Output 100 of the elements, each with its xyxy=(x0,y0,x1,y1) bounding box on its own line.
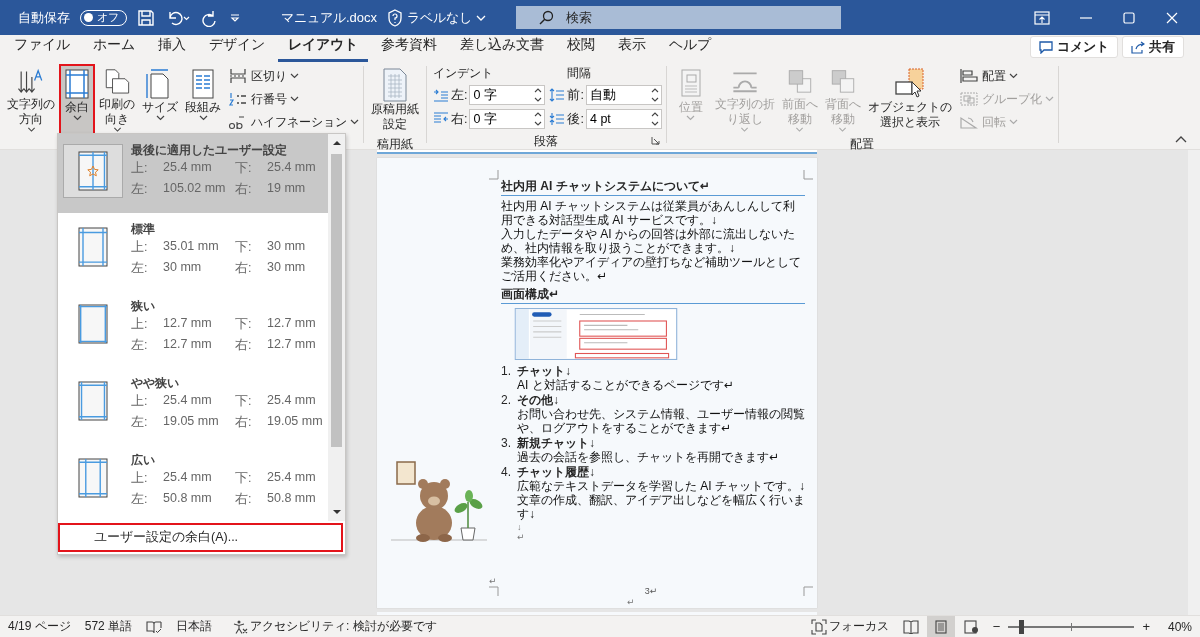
ribbon-display-icon[interactable] xyxy=(1034,10,1050,25)
accessibility-status[interactable]: アクセシビリティ: 検討が必要です xyxy=(232,618,437,635)
formatting-mark: ↵ xyxy=(627,597,635,607)
word-count[interactable]: 572 単語 xyxy=(84,618,133,635)
spinner-icon[interactable] xyxy=(650,87,659,103)
ribbon-button[interactable]: 文字列の 方向 xyxy=(4,64,58,136)
page-icon xyxy=(932,619,949,634)
ribbon-tab[interactable]: 表示 xyxy=(608,36,656,62)
field-label: 左: xyxy=(451,86,468,104)
group-label: 段落 xyxy=(534,133,559,149)
zoom-slider-thumb[interactable] xyxy=(1018,619,1024,634)
caret-icon xyxy=(838,126,848,132)
redo-icon[interactable] xyxy=(201,8,219,27)
margin-value: 19 mm xyxy=(267,181,307,197)
save-icon[interactable] xyxy=(137,8,155,27)
margin-label: 右: xyxy=(235,181,253,198)
zoom-slider[interactable] xyxy=(1008,619,1135,634)
menu-scrollbar[interactable] xyxy=(328,134,345,521)
ribbon-tab[interactable]: ヘルプ xyxy=(659,36,721,62)
scroll-down-icon[interactable] xyxy=(332,509,341,515)
ribbon-tab[interactable]: 参考資料 xyxy=(371,36,447,62)
paragraph-text: 業務効率化やアイディアの壁打ちなど補助ツールとしてご活用ください。↵ xyxy=(501,255,802,283)
book-icon xyxy=(902,619,919,634)
margin-value: 30 mm xyxy=(267,260,307,276)
page-count[interactable]: 4/19 ページ xyxy=(8,618,71,635)
margin-value: 12.7 mm xyxy=(163,316,213,332)
caret-icon xyxy=(26,126,36,132)
margin-label: 上: xyxy=(131,393,149,410)
margin-value: 25.4 mm xyxy=(163,470,213,486)
collapse-ribbon-icon[interactable] xyxy=(1175,135,1187,143)
spinner-icon[interactable] xyxy=(534,87,543,103)
shield-icon xyxy=(387,8,404,27)
margin-label: 左: xyxy=(131,414,149,431)
custom-margins-item[interactable]: ユーザー設定の余白(A)... xyxy=(58,523,343,552)
spin-field[interactable]: 0 字 xyxy=(469,85,546,105)
focus-button[interactable]: フォーカス xyxy=(810,618,889,635)
caret-icon xyxy=(155,115,165,121)
margin-option[interactable]: 広い 上: 25.4 mm 下: 25.4 mm 左: 50.8 mm 右: 50.8 mm xyxy=(58,444,328,521)
scroll-up-icon[interactable] xyxy=(332,140,341,146)
language-status[interactable]: 日本語 xyxy=(176,618,213,635)
spinner-icon[interactable] xyxy=(650,111,659,127)
align-icon xyxy=(958,68,979,84)
margin-option[interactable]: 最後に適用したユーザー設定 上: 25.4 mm 下: 25.4 mm 左: 105.02 mm 右: 19 mm xyxy=(58,134,328,213)
caret-icon xyxy=(795,126,805,132)
margin-label: 右: xyxy=(235,491,253,508)
ribbon-button[interactable]: 行番号 xyxy=(228,88,359,110)
ribbon-button[interactable]: ハイフネーション xyxy=(228,111,359,133)
ribbon-tab[interactable]: 校閲 xyxy=(557,36,605,62)
sensitivity-button[interactable]: ラベルなし xyxy=(387,8,487,27)
ribbon-button[interactable]: 配置 xyxy=(958,65,1054,87)
margin-corner-mark xyxy=(803,586,813,596)
manuscript-settings-button[interactable]: 原稿用紙 設定 xyxy=(368,64,422,136)
book-icon[interactable] xyxy=(146,619,163,634)
ribbon-button[interactable]: 段組み xyxy=(182,64,224,136)
margin-option[interactable]: やや狭い 上: 25.4 mm 下: 25.4 mm 左: 19.05 mm 右: 19.05 mm xyxy=(58,367,328,444)
ribbon-button[interactable]: サイズ xyxy=(139,64,181,136)
manuscript-icon xyxy=(380,68,410,102)
maximize-icon[interactable] xyxy=(1122,10,1136,25)
group-icon xyxy=(958,91,979,107)
zoom-in-button[interactable]: + xyxy=(1142,619,1150,634)
close-icon[interactable] xyxy=(1165,10,1179,25)
spinner-icon[interactable] xyxy=(534,111,543,127)
comment-button[interactable]: コメント xyxy=(1030,36,1118,58)
paragraph-text: 入力したデータや AI からの回答は外部に流出しないため、社内情報を取り扱うことができます。↓ xyxy=(501,227,796,255)
margin-value: 25.4 mm xyxy=(267,160,317,176)
line-numbers-icon xyxy=(228,91,248,107)
margin-value: 105.02 mm xyxy=(163,181,227,197)
margin-corner-mark xyxy=(489,586,499,596)
search-field[interactable]: 検索 xyxy=(516,6,842,29)
ribbon-tab[interactable]: 差し込み文書 xyxy=(450,36,554,62)
page-margins-icon xyxy=(78,304,108,344)
ribbon-tab[interactable]: ファイル xyxy=(4,36,80,62)
zoom-out-button[interactable]: − xyxy=(992,619,1001,634)
margin-value: 25.4 mm xyxy=(267,393,317,409)
margin-corner-mark xyxy=(489,170,499,180)
caret-icon xyxy=(350,119,359,125)
ribbon-button[interactable]: 区切り xyxy=(228,65,359,87)
margin-label: 右: xyxy=(235,337,253,354)
list-number: 4. xyxy=(501,465,512,481)
page-margins-icon xyxy=(78,227,108,267)
spin-field[interactable]: 0 字 xyxy=(469,109,546,129)
share-icon xyxy=(1131,40,1145,54)
margin-label: 上: xyxy=(131,316,149,333)
zoom-level[interactable]: 40% xyxy=(1167,619,1192,634)
ribbon-tab[interactable]: デザイン xyxy=(199,36,275,62)
share-button[interactable]: 共有 xyxy=(1122,36,1184,58)
margin-value: 50.8 mm xyxy=(163,491,213,507)
spin-field[interactable]: 4 pt xyxy=(585,109,662,129)
margin-corner-mark xyxy=(803,170,813,180)
ribbon-tab[interactable]: 挿入 xyxy=(148,36,196,62)
margin-label: 左: xyxy=(131,337,149,354)
ribbon-tab[interactable]: ホーム xyxy=(83,36,145,62)
document-heading: 画面構成↵ xyxy=(501,288,805,304)
ribbon-button[interactable]: オブジェクトの 選択と表示 xyxy=(864,64,955,136)
spin-field[interactable]: 自動 xyxy=(585,85,662,105)
margin-option[interactable]: 標準 上: 35.01 mm 下: 30 mm 左: 30 mm 右: 30 mm xyxy=(58,213,328,290)
list-item-text: AI と対話することができるページです↵ xyxy=(517,378,734,392)
dialog-launcher-icon[interactable] xyxy=(650,136,660,145)
margin-option[interactable]: 狭い 上: 12.7 mm 下: 12.7 mm 左: 12.7 mm 右: 12.7 mm xyxy=(58,290,328,367)
ribbon-button[interactable]: 余白 xyxy=(59,64,95,136)
